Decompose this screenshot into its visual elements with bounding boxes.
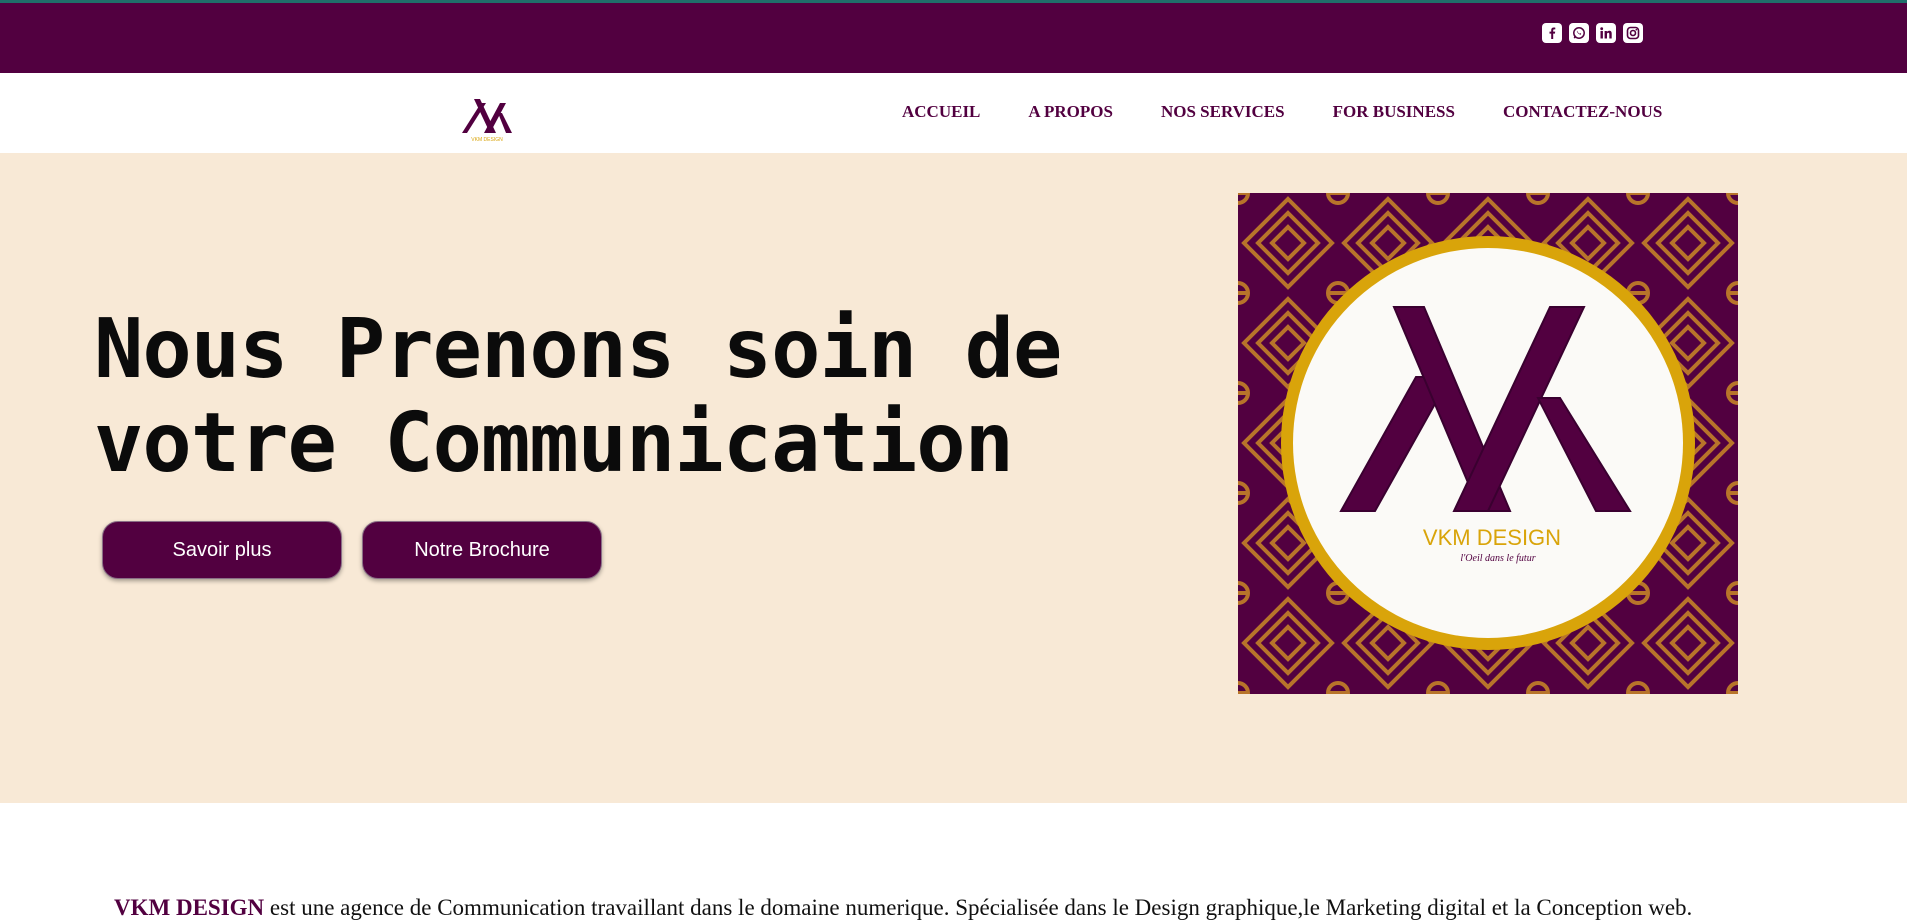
whatsapp-icon[interactable]: [1569, 23, 1589, 43]
nav-item-nos-services[interactable]: NOS SERVICES: [1161, 102, 1285, 122]
instagram-icon[interactable]: [1623, 23, 1643, 43]
nav-item-a-propos[interactable]: A PROPOS: [1028, 102, 1113, 122]
site-logo[interactable]: VKM DESIGN: [456, 91, 518, 143]
nav-menu: ACCUEIL A PROPOS NOS SERVICES FOR BUSINE…: [902, 102, 1662, 122]
nav-item-accueil[interactable]: ACCUEIL: [902, 102, 980, 122]
hero-brand-image: VKM DESIGN l'Oeil dans le futur: [1238, 193, 1738, 694]
social-links: [1542, 23, 1643, 43]
hero-image-brand-text: VKM DESIGN: [1423, 525, 1561, 550]
linkedin-icon[interactable]: [1596, 23, 1616, 43]
facebook-icon[interactable]: [1542, 23, 1562, 43]
logo-caption: VKM DESIGN: [471, 137, 503, 143]
notre-brochure-button[interactable]: Notre Brochure: [362, 521, 602, 579]
main-navigation: VKM DESIGN ACCUEIL A PROPOS NOS SERVICES…: [0, 73, 1907, 153]
hero-image-tagline: l'Oeil dans le futur: [1460, 553, 1535, 564]
hero-headline-line-2: votre Communication: [94, 396, 1014, 491]
hero-section: Nous Prenons soin de votre Communication…: [0, 153, 1907, 803]
intro-text: est une agence de Communication travaill…: [264, 895, 1693, 920]
hero-headline: Nous Prenons soin de votre Communication: [94, 302, 1062, 491]
top-bar: [0, 3, 1907, 73]
nav-item-for-business[interactable]: FOR BUSINESS: [1333, 102, 1455, 122]
intro-paragraph: VKM DESIGN est une agence de Communicati…: [114, 895, 1692, 921]
intro-brand-name: VKM DESIGN: [114, 895, 265, 920]
nav-item-contactez-nous[interactable]: CONTACTEZ-NOUS: [1503, 102, 1662, 122]
hero-headline-line-1: Nous Prenons soin de: [94, 302, 1062, 397]
savoir-plus-button[interactable]: Savoir plus: [102, 521, 342, 579]
